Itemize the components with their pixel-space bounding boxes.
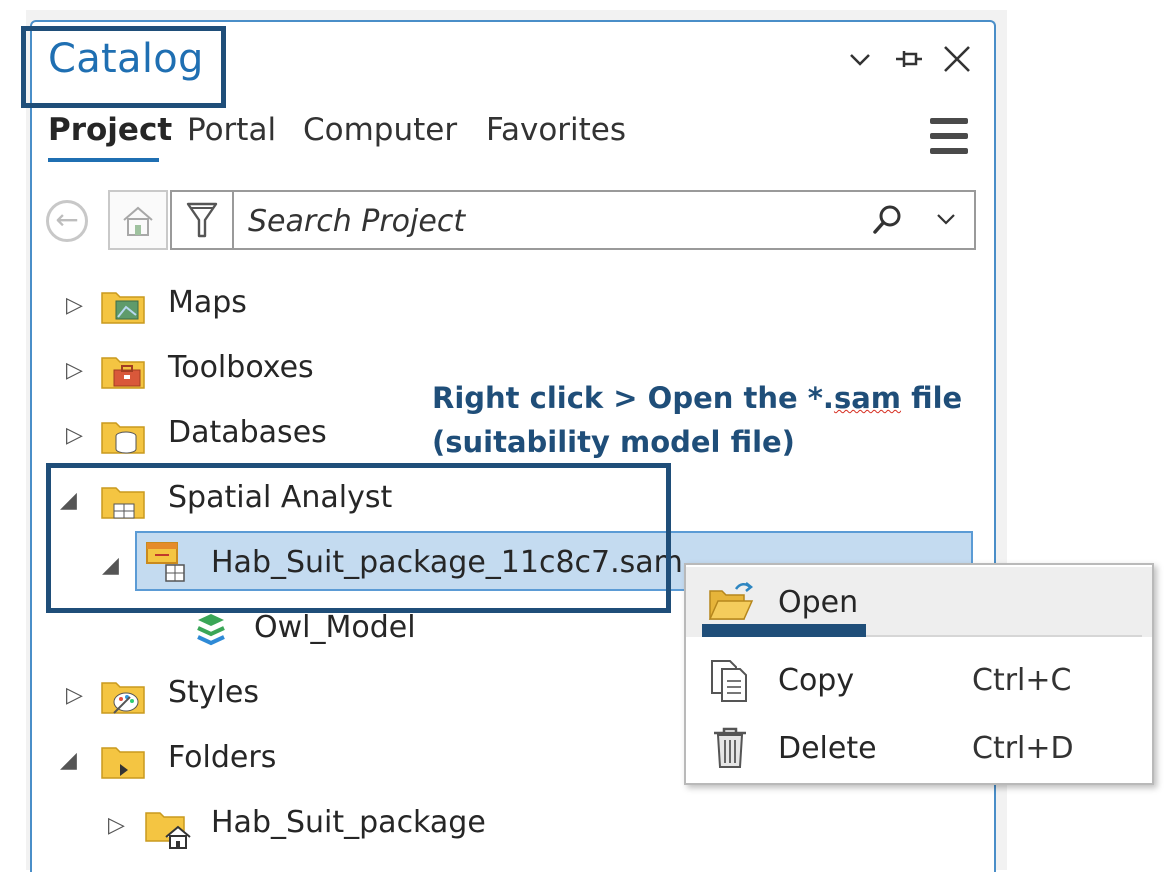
sam-file-callout-box: [46, 463, 671, 613]
tree-item-owl-model[interactable]: Owl_Model: [190, 600, 490, 660]
search-placeholder: Search Project: [248, 204, 466, 239]
options-chevron-icon[interactable]: [848, 44, 872, 79]
tree-item-label: Toolboxes: [168, 350, 314, 385]
tree-item-hab-suit-package[interactable]: ▷ Hab_Suit_package: [100, 795, 580, 855]
search-input[interactable]: Search Project: [234, 190, 976, 250]
home-icon: [123, 206, 153, 236]
home-folder-icon: [145, 812, 191, 849]
back-arrow-icon[interactable]: ←: [46, 200, 88, 242]
tree-item-label: Owl_Model: [254, 610, 416, 645]
toolboxes-folder-icon: [101, 357, 145, 389]
menu-item-shortcut: Ctrl+D: [972, 731, 1074, 766]
tab-favorites[interactable]: Favorites: [486, 112, 626, 148]
menu-hamburger-icon[interactable]: [930, 118, 968, 154]
active-tab-indicator: [48, 158, 159, 162]
annotation-line-2: (suitability model file): [432, 425, 795, 459]
search-icon[interactable]: [870, 202, 906, 242]
tree-item-toolboxes[interactable]: ▷ Toolboxes: [60, 340, 420, 400]
menu-item-delete[interactable]: Delete Ctrl+D: [686, 713, 1152, 783]
menu-item-label: Delete: [778, 731, 877, 766]
trash-icon: [714, 727, 746, 768]
search-options-chevron-icon[interactable]: [934, 206, 958, 234]
menu-item-label: Copy: [778, 663, 855, 698]
close-icon[interactable]: [942, 44, 972, 82]
tree-item-databases[interactable]: ▷ Databases: [60, 405, 420, 465]
tree-item-label: Maps: [168, 285, 247, 320]
menu-item-label: Open: [778, 585, 859, 620]
expand-arrow-icon[interactable]: ▷: [66, 358, 83, 383]
tree-item-label: Databases: [168, 415, 327, 450]
tree-item-maps[interactable]: ▷ Maps: [60, 275, 660, 335]
expand-arrow-icon[interactable]: ▷: [66, 423, 83, 448]
copy-icon: [711, 660, 747, 702]
open-highlight-underline: [702, 624, 866, 637]
folders-icon: [101, 747, 145, 779]
annotation-line-1: Right click > Open the *.sam file: [432, 381, 963, 415]
instruction-annotation: Right click > Open the *.sam file (suita…: [432, 376, 962, 464]
title-callout-box: [21, 26, 226, 108]
tree-item-styles[interactable]: ▷ Styles: [60, 665, 420, 725]
menu-item-shortcut: Ctrl+C: [972, 663, 1072, 698]
filter-button[interactable]: [170, 190, 234, 250]
databases-folder-icon: [101, 422, 145, 454]
collapse-arrow-icon[interactable]: ◢: [60, 748, 77, 773]
expand-arrow-icon[interactable]: ▷: [66, 683, 83, 708]
expand-arrow-icon[interactable]: ▷: [108, 813, 125, 838]
model-layers-icon: [197, 614, 225, 646]
context-menu: Open Copy Ctrl+C Delete Ctrl+D: [684, 563, 1154, 785]
tree-item-folders[interactable]: ◢ Folders: [60, 730, 420, 790]
home-button[interactable]: [108, 190, 168, 250]
filter-icon: [186, 202, 218, 238]
menu-item-copy[interactable]: Copy Ctrl+C: [686, 645, 1152, 715]
tree-item-label: Styles: [168, 675, 259, 710]
expand-arrow-icon[interactable]: ▷: [66, 293, 83, 318]
open-folder-icon: [708, 582, 754, 620]
tree-item-label: Hab_Suit_package: [211, 805, 486, 840]
tab-portal[interactable]: Portal: [187, 112, 276, 148]
maps-folder-icon: [101, 292, 145, 324]
styles-folder-icon: [101, 682, 145, 714]
pin-icon[interactable]: [894, 44, 924, 79]
tree-item-label: Folders: [168, 740, 277, 775]
tab-computer[interactable]: Computer: [303, 112, 457, 148]
tab-project[interactable]: Project: [48, 112, 172, 148]
